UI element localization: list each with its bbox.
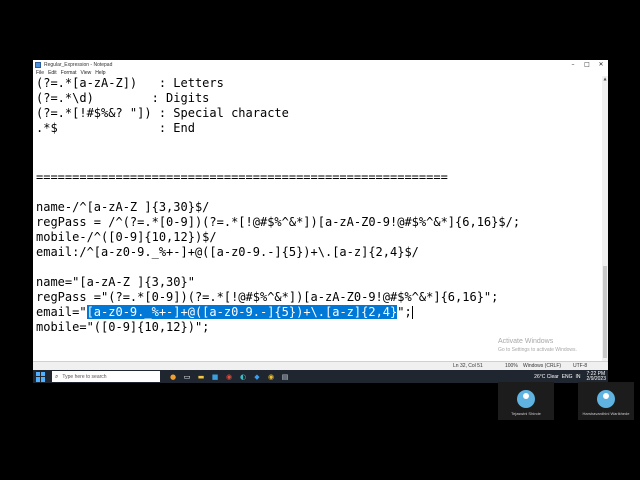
cursor-position: Ln 32, Col 51 (453, 363, 483, 369)
menu-edit[interactable]: Edit (48, 70, 57, 76)
game-app-icon[interactable]: ● (166, 370, 180, 383)
task-view-icon[interactable]: ▭ (180, 370, 194, 383)
menu-view[interactable]: View (81, 70, 92, 76)
chrome-alt-icon[interactable]: ◉ (264, 370, 278, 383)
avatar (597, 390, 615, 408)
vscode-icon[interactable]: ◆ (250, 370, 264, 383)
watermark-subtitle: Go to Settings to activate Windows. (498, 347, 577, 353)
chrome-icon[interactable]: ◉ (222, 370, 236, 383)
text-line: (?=.*[a-zA-Z]) : Letters (36, 76, 224, 90)
file-explorer-icon[interactable]: ▬ (194, 370, 208, 383)
notepad-window: Regular_Expression - Notepad – □ ✕ File … (33, 60, 608, 383)
email-suffix: "; (397, 305, 412, 319)
taskbar-apps: ● ▭ ▬ ■ ◉ ◐ ◆ ◉ ▤ (166, 370, 292, 383)
maximize-button[interactable]: □ (580, 60, 594, 69)
text-editor[interactable]: (?=.*[a-zA-Z]) : Letters (?=.*\d) : Digi… (33, 76, 602, 368)
activate-windows-watermark: Activate Windows Go to Settings to activ… (498, 338, 577, 353)
text-line: regPass = /^(?=.*[0-9])(?=.*[!@#$%^&*])[… (36, 215, 521, 229)
text-line: (?=.*[!#$%&? "]) : Special characte (36, 106, 289, 120)
text-line: mobile-/^([0-9]{10,12})$/ (36, 230, 217, 244)
zoom-level: 100% (505, 363, 518, 369)
clock-date: 2/9/2023 (586, 375, 606, 382)
search-icon: ⌕ (55, 372, 59, 380)
menu-bar: File Edit Format View Help (33, 69, 608, 76)
menu-file[interactable]: File (36, 70, 44, 76)
windows-start-icon[interactable] (36, 371, 46, 382)
avatar (517, 390, 535, 408)
vertical-scrollbar[interactable]: ▲ ▼ (602, 76, 608, 368)
participant-tile: Harshavardhini Warikhede (578, 382, 634, 420)
notepad-icon (35, 61, 41, 68)
close-button[interactable]: ✕ (594, 60, 608, 69)
text-line: .*$ : End (36, 121, 195, 135)
taskbar-search[interactable]: ⌕ Type here to search (52, 371, 160, 382)
email-prefix: email=" (36, 305, 87, 319)
notepad-taskbar-icon[interactable]: ▤ (278, 370, 292, 383)
participant-tile: Tejaswini Shinde (498, 382, 554, 420)
watermark-title: Activate Windows (498, 338, 554, 345)
text-line: regPass ="(?=.*[0-9])(?=.*[!@#$%^&*])[a-… (36, 290, 499, 304)
email-line: email="[a-z0-9._%+-]+@([a-z0-9.-]{5})+\.… (36, 305, 413, 320)
text-line: name-/^[a-zA-Z ]{3,30}$/ (36, 200, 210, 214)
region-indicator: IN (575, 373, 581, 380)
minimize-button[interactable]: – (566, 60, 580, 69)
text-line: name="[a-zA-Z ]{3,30}" (36, 275, 195, 289)
scroll-thumb[interactable] (603, 266, 607, 358)
edge-icon[interactable]: ◐ (236, 370, 250, 383)
line-ending: Windows (CRLF) (523, 363, 562, 369)
menu-help[interactable]: Help (95, 70, 105, 76)
store-icon[interactable]: ■ (208, 370, 222, 383)
text-line: mobile="([0-9]{10,12})"; (36, 320, 210, 334)
title-bar: Regular_Expression - Notepad – □ ✕ (33, 60, 608, 69)
language-indicator[interactable]: ENG (562, 374, 573, 380)
participant-name: Harshavardhini Warikhede (582, 411, 630, 416)
window-controls: – □ ✕ (566, 60, 608, 69)
separator-line: ========================================… (36, 170, 448, 184)
text-caret (411, 306, 413, 319)
search-placeholder: Type here to search (62, 373, 107, 380)
text-line: email:/^[a-z0-9._%+-]+@([a-z0-9.-]{5})+\… (36, 245, 419, 259)
weather-widget[interactable]: 26°C Clear (534, 374, 559, 380)
encoding: UTF-8 (573, 363, 588, 369)
participant-name: Tejaswini Shinde (511, 411, 541, 416)
window-title: Regular_Expression - Notepad (44, 61, 113, 68)
text-line: (?=.*\d) : Digits (36, 91, 210, 105)
selected-text[interactable]: [a-z0-9._%+-]+@([a-z0-9.-]{5})+\.[a-z]{2… (86, 305, 398, 319)
scroll-up-icon[interactable]: ▲ (602, 76, 608, 82)
clock[interactable]: 7:22 PM 2/9/2023 (584, 371, 606, 382)
menu-format[interactable]: Format (61, 70, 77, 76)
